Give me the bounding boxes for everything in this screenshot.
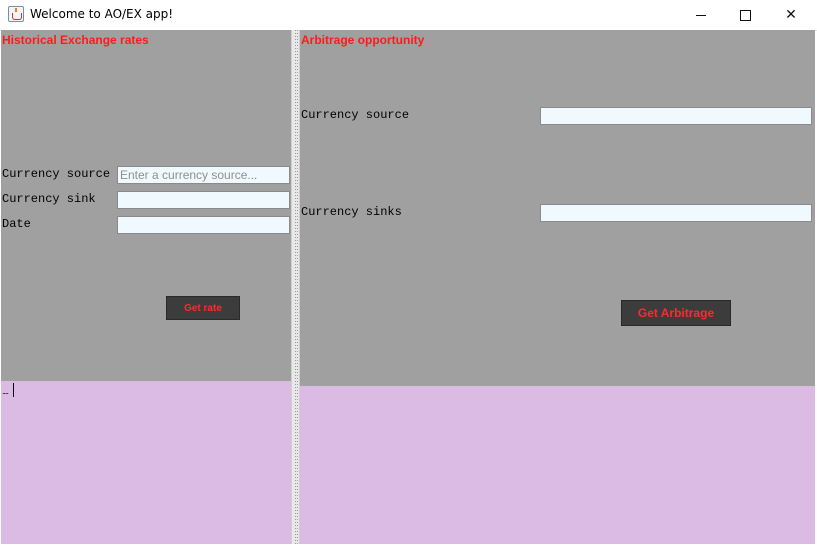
arbitrage-currency-source-input[interactable] [540, 107, 812, 125]
historical-rates-title: Historical Exchange rates [2, 33, 149, 47]
currency-source-label: Currency source [2, 167, 111, 181]
currency-source-input[interactable] [117, 166, 290, 184]
arbitrage-panel: Arbitrage opportunity Currency source Cu… [300, 30, 815, 386]
get-arbitrage-button[interactable]: Get Arbitrage [621, 300, 731, 326]
currency-sink-label: Currency sink [2, 192, 96, 206]
date-label: Date [2, 217, 31, 231]
minimize-icon [696, 14, 706, 16]
currency-sinks-input[interactable] [540, 204, 812, 222]
close-icon: ✕ [785, 7, 797, 23]
currency-sinks-label: Currency sinks [301, 205, 402, 219]
split-pane-divider[interactable] [291, 30, 300, 544]
historical-output-text: .... [2, 386, 9, 396]
window-title: Welcome to AO/EX app! [30, 7, 174, 21]
text-caret [13, 383, 14, 397]
get-rate-button[interactable]: Get rate [166, 296, 240, 320]
historical-rates-panel: Historical Exchange rates Currency sourc… [1, 30, 291, 381]
maximize-icon [739, 9, 751, 21]
arbitrage-currency-source-label: Currency source [301, 108, 410, 122]
maximize-button[interactable] [722, 0, 768, 30]
close-button[interactable]: ✕ [768, 0, 814, 30]
arbitrage-output-area[interactable] [300, 386, 815, 544]
date-input[interactable] [117, 216, 290, 234]
historical-rate-output-area[interactable] [1, 381, 291, 544]
minimize-button[interactable] [678, 0, 724, 30]
currency-sink-input[interactable] [117, 191, 290, 209]
title-bar: Welcome to AO/EX app! ✕ [0, 0, 817, 31]
arbitrage-title: Arbitrage opportunity [301, 33, 425, 47]
java-cup-icon [8, 6, 24, 22]
